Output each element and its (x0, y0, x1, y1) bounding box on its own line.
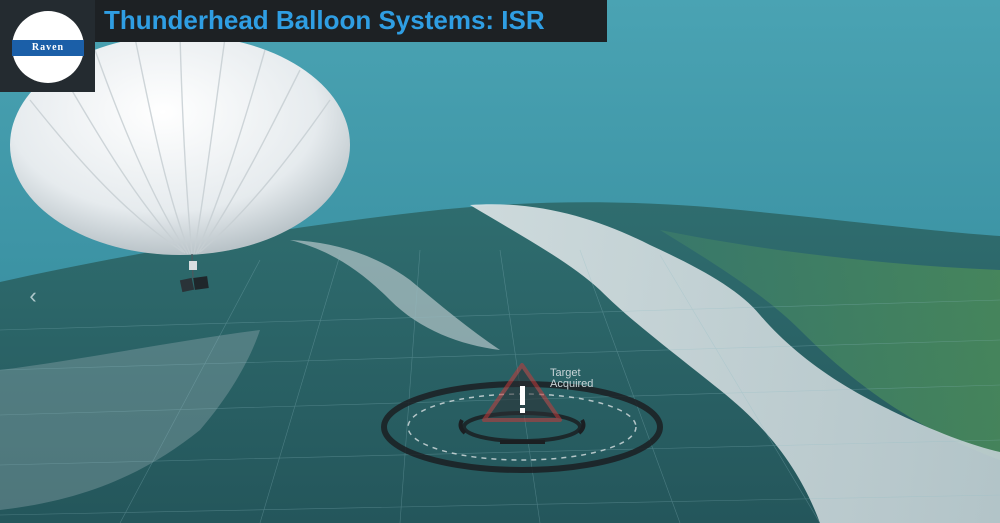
logo-panel: Raven (0, 0, 95, 92)
target-acquired-label: Target Acquired (550, 368, 593, 390)
page-title: Thunderhead Balloon Systems: ISR (104, 5, 545, 35)
company-logo: Raven (12, 11, 84, 83)
terrain-scene (0, 0, 1000, 523)
target-label-line2: Acquired (550, 378, 594, 390)
logo-text: Raven (31, 42, 65, 53)
video-frame: Raven Thunderhead Balloon Systems: ISR ‹… (0, 0, 1000, 523)
chevron-left-icon[interactable]: ‹ (22, 282, 44, 310)
title-bar: Thunderhead Balloon Systems: ISR (95, 0, 607, 42)
